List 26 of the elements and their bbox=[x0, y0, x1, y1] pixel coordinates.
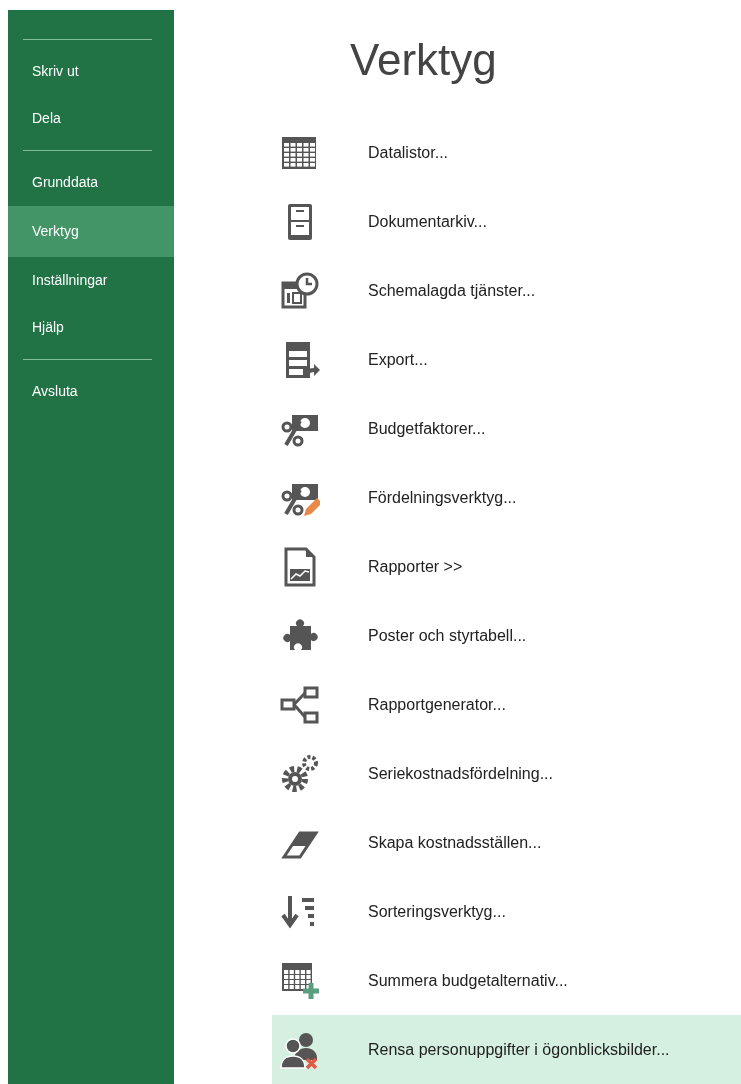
tool-item[interactable]: Poster och styrtabell... bbox=[272, 601, 741, 670]
sidebar-item[interactable]: Skriv ut bbox=[8, 48, 174, 95]
calendar-clock-icon bbox=[280, 270, 320, 311]
tool-item[interactable]: Sorteringsverktyg... bbox=[272, 877, 741, 946]
tool-item[interactable]: Rapporter >> bbox=[272, 532, 741, 601]
tool-item[interactable]: Rapportgenerator... bbox=[272, 670, 741, 739]
sidebar-item[interactable]: Grunddata bbox=[8, 159, 174, 206]
tool-item[interactable]: Schemalagda tjänster... bbox=[272, 256, 741, 325]
sidebar-item[interactable]: Dela bbox=[8, 95, 174, 142]
tool-item[interactable]: Datalistor... bbox=[272, 118, 741, 187]
gears-icon bbox=[280, 753, 320, 794]
page-title: Verktyg bbox=[350, 38, 498, 86]
sidebar-item[interactable]: Avsluta bbox=[8, 368, 174, 415]
sidebar-item[interactable]: Inställningar bbox=[8, 257, 174, 304]
tool-item[interactable]: Export... bbox=[272, 325, 741, 394]
tool-item[interactable]: Dokumentarkiv... bbox=[272, 187, 741, 256]
sidebar-item[interactable]: Hjälp bbox=[8, 304, 174, 351]
tool-item[interactable]: Rensa personuppgifter i ögonblicksbilder... bbox=[272, 1015, 741, 1084]
tool-item[interactable]: Skapa kostnadsställen... bbox=[272, 808, 741, 877]
tool-item[interactable]: Summera budgetalternativ... bbox=[272, 946, 741, 1015]
tool-item[interactable]: Budgetfaktorer... bbox=[272, 394, 741, 463]
hierarchy-icon bbox=[280, 684, 320, 725]
tool-item[interactable]: Seriekostnadsfördelning... bbox=[272, 739, 741, 808]
tool-item[interactable]: Fördelningsverktyg... bbox=[272, 463, 741, 532]
sidebar-item[interactable]: Verktyg bbox=[8, 206, 174, 257]
table-plus-icon bbox=[280, 960, 320, 1001]
